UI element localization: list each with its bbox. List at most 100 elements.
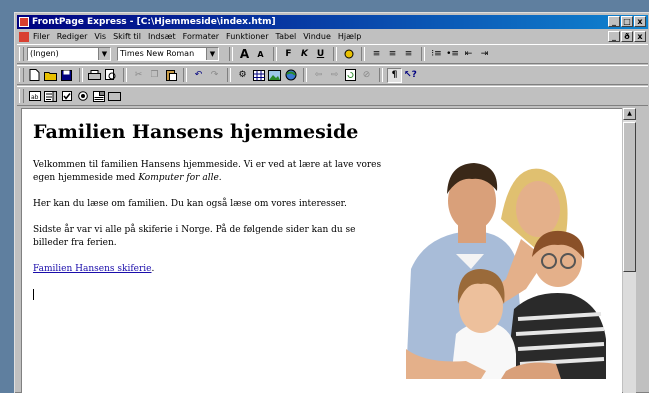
dropdown-arrow-icon[interactable]: ▼ [98, 48, 110, 60]
book-title: Komputer for alle [138, 173, 219, 183]
doc-close-button[interactable]: x [634, 31, 646, 42]
radio-button-icon[interactable] [75, 89, 90, 104]
maximize-button[interactable]: □ [621, 16, 633, 27]
help-pointer-icon[interactable]: ↖? [403, 68, 418, 83]
frontpage-window: FrontPage Express - [C:\Hjemmeside\index… [14, 12, 649, 393]
insert-table-icon[interactable] [251, 68, 266, 83]
menu-bar: Filer Rediger Vis Skift til Indsæt Forma… [17, 30, 648, 43]
app-icon[interactable] [19, 17, 29, 27]
redo-icon[interactable]: ↷ [207, 68, 222, 83]
decrease-font-icon[interactable]: A [253, 47, 268, 62]
separator [183, 68, 187, 82]
toolbar-grip[interactable] [19, 47, 24, 61]
menu-tabel[interactable]: Tabel [276, 32, 297, 41]
menu-hjaelp[interactable]: Hjælp [338, 32, 361, 41]
vertical-scrollbar[interactable]: ▲ [623, 108, 636, 393]
undo-icon[interactable]: ↶ [191, 68, 206, 83]
copy-icon[interactable]: ❐ [147, 68, 162, 83]
align-right-icon[interactable]: ≡ [401, 47, 416, 62]
text-caret [33, 289, 34, 300]
svg-text:ab: ab [31, 94, 39, 101]
separator [229, 47, 233, 61]
save-icon[interactable] [59, 68, 74, 83]
cut-icon[interactable]: ✂ [131, 68, 146, 83]
insert-image-icon[interactable] [267, 68, 282, 83]
title-bar[interactable]: FrontPage Express - [C:\Hjemmeside\index… [17, 15, 648, 29]
dropdown-arrow-icon[interactable]: ▼ [206, 48, 218, 60]
push-button-icon[interactable] [107, 89, 122, 104]
text-color-icon[interactable] [341, 47, 356, 62]
back-icon[interactable]: ⇦ [311, 68, 326, 83]
toolbar-grip[interactable] [19, 89, 24, 103]
separator [379, 68, 383, 82]
print-icon[interactable] [87, 68, 102, 83]
create-hyperlink-icon[interactable] [283, 68, 298, 83]
insert-webbot-icon[interactable]: ⚙ [235, 68, 250, 83]
menu-vis[interactable]: Vis [94, 32, 106, 41]
refresh-icon[interactable] [343, 68, 358, 83]
doc-minimize-button[interactable]: _ [608, 31, 620, 42]
stop-icon[interactable]: ⊘ [359, 68, 374, 83]
editor-page[interactable]: Familien Hansens hjemmeside Velkommen ti… [21, 108, 622, 393]
underline-button[interactable]: U [313, 47, 328, 62]
document-icon[interactable] [19, 31, 29, 42]
family-paragraph: Her kan du læse om familien. Du kan også… [33, 199, 347, 209]
scroll-up-icon[interactable]: ▲ [623, 108, 636, 120]
menu-funktioner[interactable]: Funktioner [226, 32, 268, 41]
family-photo[interactable] [386, 139, 611, 379]
bulleted-list-icon[interactable]: •≡ [445, 47, 460, 62]
separator [79, 68, 83, 82]
format-toolbar: (Ingen) ▼ Times New Roman ▼ A A F K U ≡ … [17, 44, 648, 64]
separator [227, 68, 231, 82]
increase-font-icon[interactable]: A [237, 47, 252, 62]
ski-trip-link[interactable]: Familien Hansens skiferie [33, 264, 152, 274]
new-document-icon[interactable] [27, 68, 42, 83]
forward-icon[interactable]: ⇨ [327, 68, 342, 83]
close-button[interactable]: x [634, 16, 646, 27]
print-preview-icon[interactable] [103, 68, 118, 83]
menu-rediger[interactable]: Rediger [57, 32, 88, 41]
menu-formater[interactable]: Formater [183, 32, 219, 41]
menu-skift-til[interactable]: Skift til [113, 32, 141, 41]
separator [361, 47, 365, 61]
forms-toolbar: ab [17, 86, 648, 106]
menu-indsaet[interactable]: Indsæt [148, 32, 176, 41]
align-left-icon[interactable]: ≡ [369, 47, 384, 62]
font-select-value: Times New Roman [120, 49, 195, 58]
window-title: FrontPage Express - [C:\Hjemmeside\index… [32, 17, 276, 27]
separator [273, 47, 277, 61]
italic-button[interactable]: K [297, 47, 312, 62]
checkbox-icon[interactable] [59, 89, 74, 104]
bold-button[interactable]: F [281, 47, 296, 62]
scrollbar-thumb[interactable] [623, 122, 636, 272]
align-center-icon[interactable]: ≡ [385, 47, 400, 62]
standard-toolbar: ✂ ❐ ↶ ↷ ⚙ ⇦ ⇨ ⊘ ¶ ↖? [17, 65, 648, 85]
welcome-end: . [218, 173, 222, 183]
menu-vindue[interactable]: Vindue [303, 32, 331, 41]
paste-icon[interactable] [163, 68, 178, 83]
separator [421, 47, 425, 61]
style-select-value: (Ingen) [30, 49, 59, 58]
separator [333, 47, 337, 61]
one-line-textbox-icon[interactable]: ab [27, 89, 42, 104]
separator [123, 68, 127, 82]
scrolling-textbox-icon[interactable] [43, 89, 58, 104]
minimize-button[interactable]: _ [608, 16, 620, 27]
show-formatting-marks-icon[interactable]: ¶ [387, 67, 402, 83]
welcome-paragraph: Velkommen til familien Hansens hjemmesid… [33, 159, 388, 185]
numbered-list-icon[interactable]: ⁝≡ [429, 47, 444, 62]
link-end: . [151, 264, 155, 274]
decrease-indent-icon[interactable]: ⇤ [461, 47, 476, 62]
separator [303, 68, 307, 82]
style-select[interactable]: (Ingen) ▼ [27, 47, 111, 61]
toolbar-grip[interactable] [19, 68, 24, 82]
open-folder-icon[interactable] [43, 68, 58, 83]
drop-down-menu-icon[interactable] [91, 89, 106, 104]
doc-restore-button[interactable]: ð [621, 31, 633, 42]
ski-link-paragraph: Familien Hansens skiferie. [33, 263, 388, 276]
menu-filer[interactable]: Filer [33, 32, 50, 41]
ski-paragraph: Sidste år var vi alle på skiferie i Norg… [33, 225, 356, 248]
font-select[interactable]: Times New Roman ▼ [117, 47, 219, 61]
page-heading: Familien Hansens hjemmeside [33, 121, 359, 143]
increase-indent-icon[interactable]: ⇥ [477, 47, 492, 62]
